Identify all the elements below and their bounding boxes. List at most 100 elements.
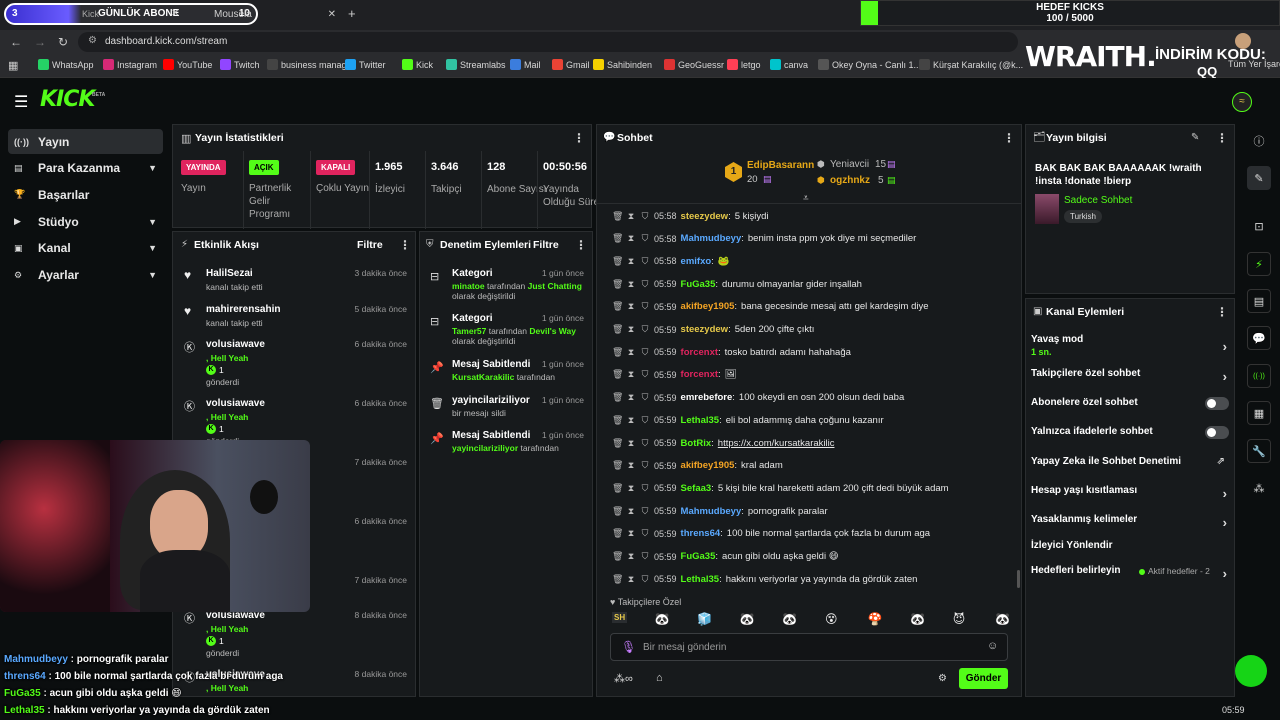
edit-icon[interactable]: ✎ bbox=[1247, 166, 1271, 190]
category-target[interactable]: Devil's Way bbox=[529, 326, 576, 336]
emote-icon[interactable]: 🍄 bbox=[868, 612, 883, 626]
message-username[interactable]: akifbey1905 bbox=[681, 301, 735, 312]
bookmark-item[interactable]: Kick bbox=[402, 59, 433, 70]
sidebar-item-2[interactable]: 🏆 Başarılar bbox=[8, 182, 163, 207]
emote-icon[interactable]: 🐼 bbox=[782, 612, 797, 626]
ban-icon[interactable]: ⛉ bbox=[640, 506, 650, 517]
timeout-icon[interactable]: ⧗ bbox=[626, 438, 636, 449]
tab-mouselab[interactable]: Mousela ✕ bbox=[200, 4, 340, 26]
ban-icon[interactable]: ⛉ bbox=[640, 483, 650, 494]
ban-icon[interactable]: ⛉ bbox=[640, 551, 650, 562]
emote-icon[interactable]: 😵 bbox=[825, 612, 838, 626]
message-username[interactable]: BotRix bbox=[681, 438, 712, 449]
info-icon[interactable]: ⓘ bbox=[1247, 129, 1271, 153]
emote-icon[interactable]: 🐼 bbox=[740, 612, 755, 626]
ban-icon[interactable]: ⛉ bbox=[640, 574, 650, 585]
apps-grid-icon[interactable]: ▦ bbox=[8, 59, 18, 72]
category-name[interactable]: Sadece Sohbet bbox=[1064, 195, 1132, 206]
moderator-name[interactable]: minatoe bbox=[452, 281, 485, 291]
delete-message-icon[interactable]: 🗑 bbox=[612, 528, 623, 539]
message-text[interactable]: https://x.com/kursatkarakilic bbox=[718, 438, 835, 449]
delete-message-icon[interactable]: 🗑 bbox=[612, 369, 623, 380]
activity-filter[interactable]: Filtre bbox=[357, 239, 383, 251]
chat-input[interactable]: 🎙 Bir mesaj gönderin ☺ bbox=[610, 633, 1008, 661]
timeout-icon[interactable]: ⧗ bbox=[626, 574, 636, 585]
bookmark-item[interactable]: Mail bbox=[510, 59, 541, 70]
bookmark-item[interactable]: Sahibinden bbox=[593, 59, 652, 70]
channel-action-row[interactable]: Hedefleri belirleyin › Aktif hedefler - 2 bbox=[1031, 565, 1231, 581]
moderator-name[interactable]: KursatKarakilic bbox=[452, 372, 514, 382]
message-username[interactable]: akifbey1905 bbox=[681, 460, 735, 471]
emote-icon[interactable]: 🐼 bbox=[655, 612, 670, 626]
timeout-icon[interactable]: ⧗ bbox=[626, 483, 636, 494]
send-button[interactable]: Gönder bbox=[959, 668, 1008, 689]
message-username[interactable]: forcenxt bbox=[681, 369, 718, 380]
message-username[interactable]: Lethal35 bbox=[681, 574, 720, 585]
timeout-icon[interactable]: ⧗ bbox=[626, 324, 636, 335]
emote-icon[interactable]: 🧊 bbox=[697, 612, 712, 626]
message-username[interactable]: Lethal35 bbox=[681, 415, 720, 426]
leader-1-name[interactable]: EdipBasarann bbox=[747, 160, 814, 171]
channel-action-row[interactable]: Takipçilere özel sohbet › bbox=[1031, 368, 1231, 384]
ban-icon[interactable]: ⛉ bbox=[640, 369, 650, 380]
timeout-icon[interactable]: ⧗ bbox=[626, 347, 636, 358]
ban-icon[interactable]: ⛉ bbox=[640, 347, 650, 358]
store-icon[interactable]: ⌂ bbox=[656, 672, 663, 684]
moderator-name[interactable]: Tamer57 bbox=[452, 326, 486, 336]
delete-message-icon[interactable]: 🗑 bbox=[612, 256, 623, 267]
delete-message-icon[interactable]: 🗑 bbox=[612, 279, 623, 290]
emote-icon[interactable]: 🐼 bbox=[995, 612, 1010, 626]
toggle-switch[interactable] bbox=[1205, 397, 1229, 410]
chat-icon[interactable]: 💬 bbox=[1247, 326, 1271, 350]
wrench-icon[interactable]: 🔧 bbox=[1247, 439, 1271, 463]
toggle-switch[interactable] bbox=[1205, 426, 1229, 439]
timeout-icon[interactable]: ⧗ bbox=[626, 233, 636, 244]
delete-message-icon[interactable]: 🗑 bbox=[612, 551, 623, 562]
activity-menu-icon[interactable]: ⋮ bbox=[399, 238, 411, 252]
chevron-right-icon[interactable]: › bbox=[1223, 486, 1227, 501]
ban-icon[interactable]: ⛉ bbox=[640, 438, 650, 449]
bookmark-item[interactable]: Instagram bbox=[103, 59, 157, 70]
bookmark-item[interactable]: letgo bbox=[727, 59, 761, 70]
message-username[interactable]: FuGa35 bbox=[681, 551, 716, 562]
bookmark-item[interactable]: Gmail bbox=[552, 59, 590, 70]
clipboard-icon[interactable]: ▤ bbox=[1247, 289, 1271, 313]
channel-action-row[interactable]: Yalnızca ifadelerle sohbet bbox=[1031, 426, 1231, 442]
ban-icon[interactable]: ⛉ bbox=[640, 256, 650, 267]
chevron-right-icon[interactable]: › bbox=[1223, 515, 1227, 530]
timeout-icon[interactable]: ⧗ bbox=[626, 256, 636, 267]
bookmark-item[interactable]: Kürşat Karakılıç (@k... bbox=[919, 59, 1023, 70]
timeout-icon[interactable]: ⧗ bbox=[626, 415, 636, 426]
points-icon[interactable]: ⁂∞ bbox=[614, 672, 633, 685]
site-info-icon[interactable]: ⚙ bbox=[88, 35, 97, 46]
timeout-icon[interactable]: ⧗ bbox=[626, 460, 636, 471]
emote-icon[interactable]: 😈 bbox=[953, 612, 966, 626]
chevron-down-icon[interactable]: ▼ bbox=[148, 217, 157, 227]
ban-icon[interactable]: ⛉ bbox=[640, 392, 650, 403]
channel-actions-menu-icon[interactable]: ⋮ bbox=[1216, 305, 1228, 319]
delete-message-icon[interactable]: 🗑 bbox=[612, 438, 623, 449]
stream-info-menu-icon[interactable]: ⋮ bbox=[1216, 131, 1228, 145]
user-avatar[interactable]: ≈ bbox=[1232, 92, 1252, 112]
chat-scrollbar[interactable] bbox=[1017, 570, 1020, 588]
delete-message-icon[interactable]: 🗑 bbox=[612, 460, 623, 471]
bookmark-item[interactable]: Okey Oyna - Canlı 1... bbox=[818, 59, 921, 70]
close-icon[interactable]: ✕ bbox=[328, 9, 336, 20]
chat-menu-icon[interactable]: ⋮ bbox=[1003, 131, 1015, 145]
edit-icon[interactable]: ✎ bbox=[1191, 132, 1199, 143]
category-thumbnail[interactable] bbox=[1035, 194, 1059, 224]
delete-message-icon[interactable]: 🗑 bbox=[612, 415, 623, 426]
timeout-icon[interactable]: ⧗ bbox=[626, 211, 636, 222]
emote-sh[interactable]: SH bbox=[612, 612, 628, 623]
reload-icon[interactable]: ↻ bbox=[58, 35, 68, 49]
message-username[interactable]: FuGa35 bbox=[681, 279, 716, 290]
message-username[interactable]: Mahmudbeyy bbox=[681, 233, 742, 244]
moderator-name[interactable]: yayincilariziliyor bbox=[452, 443, 518, 453]
new-tab-icon[interactable]: + bbox=[348, 6, 356, 21]
delete-message-icon[interactable]: 🗑 bbox=[612, 347, 623, 358]
message-username[interactable]: forcenxt bbox=[681, 347, 718, 358]
timeout-icon[interactable]: ⧗ bbox=[626, 301, 636, 312]
timeout-icon[interactable]: ⧗ bbox=[626, 506, 636, 517]
message-username[interactable]: Mahmudbeyy bbox=[681, 506, 742, 517]
timeout-icon[interactable]: ⧗ bbox=[626, 369, 636, 380]
